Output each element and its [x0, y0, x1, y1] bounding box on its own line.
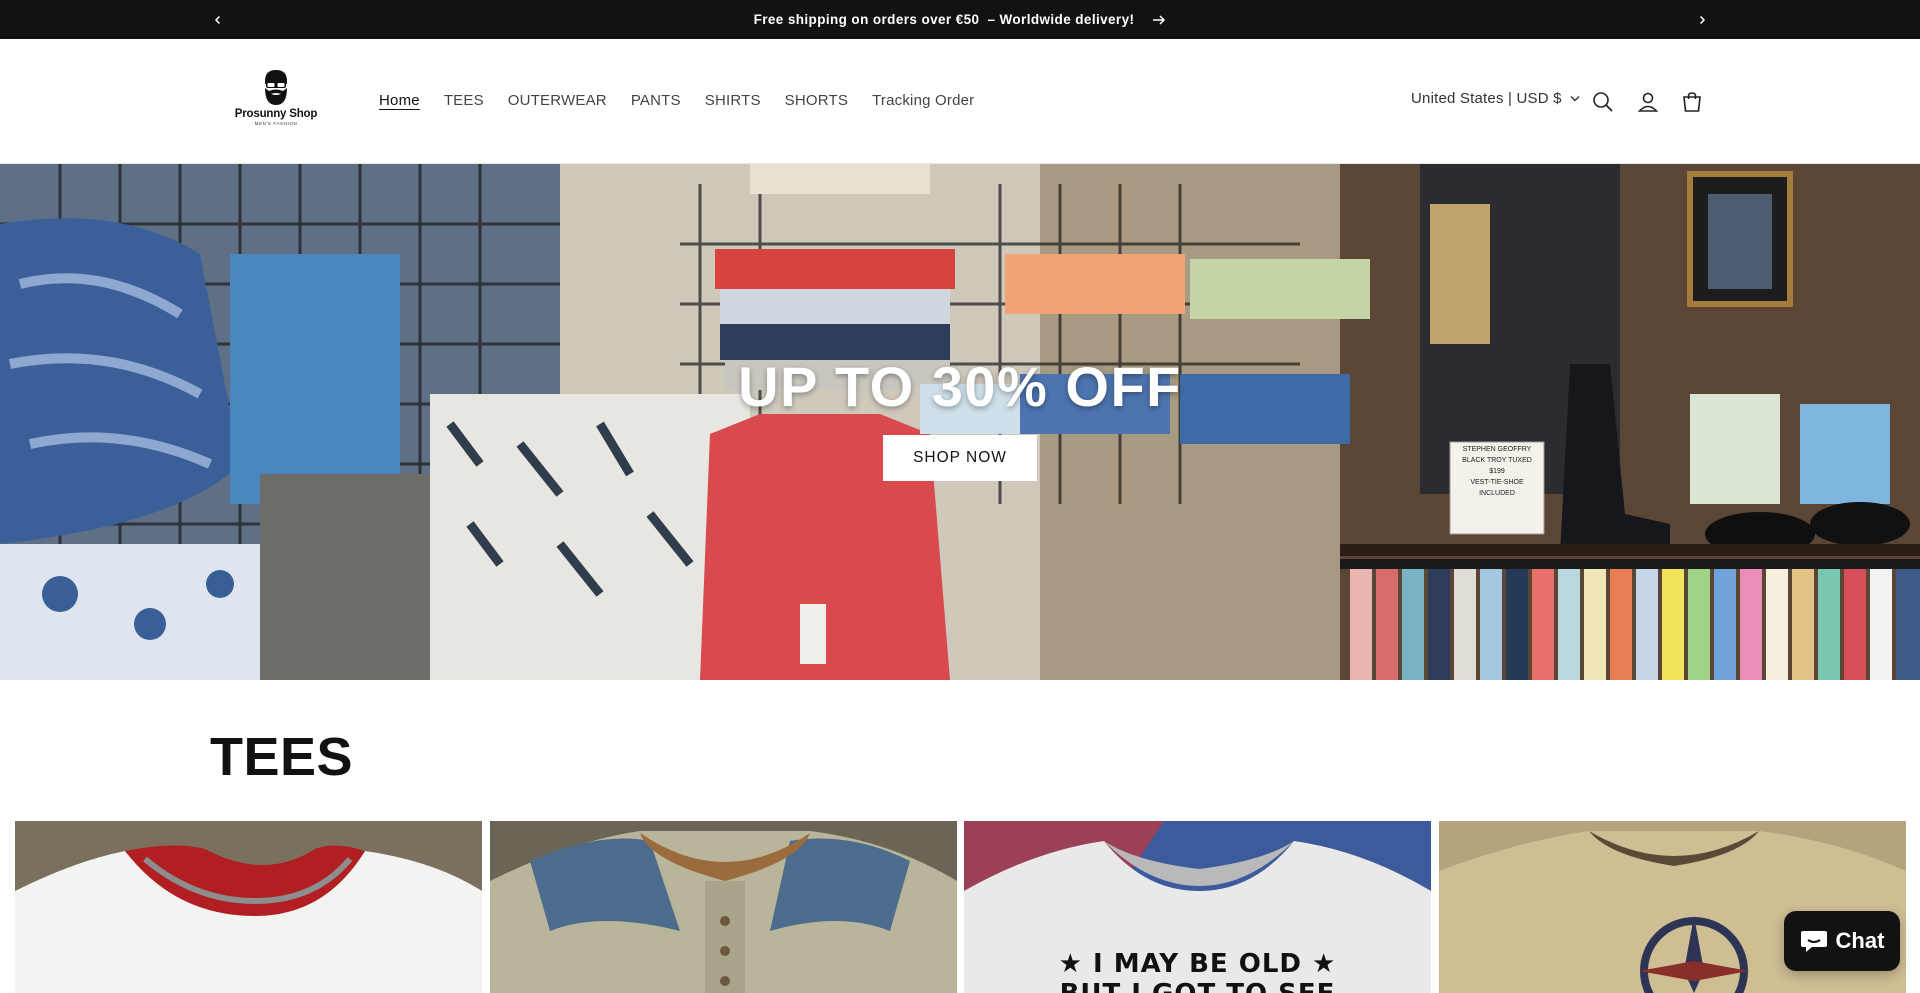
arrow-right-icon — [1152, 14, 1166, 25]
product-image — [490, 821, 957, 993]
chevron-left-icon — [214, 15, 221, 24]
search-button[interactable] — [1586, 85, 1620, 119]
account-icon — [1637, 92, 1659, 112]
shirt-print-line: ★ I MAY BE OLD ★ — [1058, 949, 1337, 979]
product-image — [15, 821, 482, 993]
logo-tagline: MEN'S FASHION — [254, 121, 298, 126]
announcement-suffix: – Worldwide delivery! — [987, 12, 1135, 27]
account-button[interactable] — [1631, 85, 1665, 119]
chevron-right-icon — [1699, 15, 1706, 24]
main-navigation: Home TEES OUTERWEAR PANTS SHIRTS SHORTS … — [367, 88, 986, 113]
chat-label: Chat — [1835, 928, 1885, 953]
shirt-print-line: BUT I GOT TO SEE — [964, 979, 1431, 993]
announcement-next-button[interactable] — [1682, 0, 1722, 39]
logo[interactable]: Prosunny Shop MEN'S FASHION — [228, 67, 324, 137]
nav-item-pants[interactable]: PANTS — [619, 88, 693, 113]
chevron-down-icon — [1570, 96, 1580, 102]
announcement-prev-button[interactable] — [198, 0, 238, 39]
announcement-text: Free shipping on orders over €50 — [753, 12, 980, 27]
shop-now-button[interactable]: SHOP NOW — [883, 435, 1037, 481]
nav-item-tees[interactable]: TEES — [432, 88, 496, 113]
nav-item-home[interactable]: Home — [367, 88, 432, 113]
nav-item-shorts[interactable]: SHORTS — [773, 88, 860, 113]
announcement-message[interactable]: Free shipping on orders over €50 – World… — [754, 12, 1167, 27]
nav-item-shirts[interactable]: SHIRTS — [693, 88, 773, 113]
hero-banner: STEPHEN GEOFFRY BLACK TROY TUXED $199 VE… — [0, 164, 1920, 680]
chat-button[interactable]: Chat — [1784, 911, 1900, 971]
cart-icon — [1683, 92, 1701, 112]
chat-bubble-icon — [1800, 931, 1827, 952]
nav-item-outerwear[interactable]: OUTERWEAR — [496, 88, 619, 113]
collection-title: TEES — [210, 727, 354, 787]
hero-title: UP TO 30% OFF — [738, 355, 1182, 418]
product-card[interactable]: ★ I MAY BE OLD ★ BUT I GOT TO SEE — [964, 821, 1431, 993]
cart-button[interactable] — [1675, 85, 1709, 119]
announcement-bar: Free shipping on orders over €50 – World… — [0, 0, 1920, 39]
search-icon — [1593, 92, 1613, 112]
product-card[interactable] — [15, 821, 482, 993]
bearded-man-logo-icon — [265, 70, 287, 105]
hero-content: UP TO 30% OFF SHOP NOW — [0, 354, 1920, 481]
product-card[interactable] — [490, 821, 957, 993]
nav-item-tracking-order[interactable]: Tracking Order — [860, 88, 986, 113]
locale-label: United States | USD $ — [1411, 90, 1562, 107]
logo-brand-text: Prosunny Shop — [234, 108, 318, 120]
product-shirt-print: ★ I MAY BE OLD ★ BUT I GOT TO SEE — [964, 949, 1431, 993]
price-sign-line: INCLUDED — [1479, 490, 1515, 497]
site-header: Prosunny Shop MEN'S FASHION Home TEES OU… — [0, 39, 1920, 164]
country-currency-selector[interactable]: United States | USD $ — [1411, 90, 1580, 107]
